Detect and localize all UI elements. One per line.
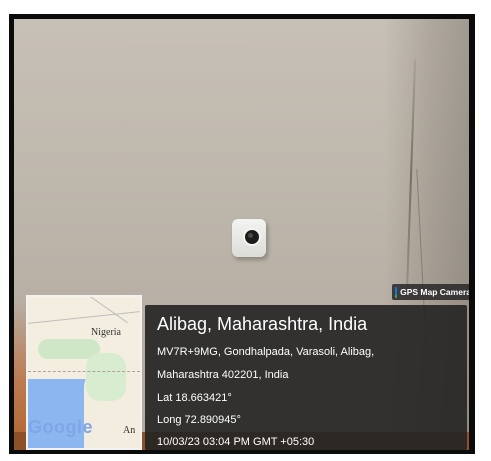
photo-frame: GPS Map Camera Nigeria An Google Alibag,…: [9, 14, 475, 454]
map-route-line: [28, 371, 140, 373]
photo: GPS Map Camera Nigeria An Google Alibag,…: [14, 19, 469, 450]
timestamp: 10/03/23 03:04 PM GMT +05:30: [157, 436, 315, 448]
address-line-2: Maharashtra 402201, India: [157, 369, 289, 381]
location-info-panel: Alibag, Maharashtra, India MV7R+9MG, Gon…: [145, 305, 467, 450]
latitude: Lat 18.663421°: [157, 392, 232, 404]
map-label-nigeria: Nigeria: [91, 327, 121, 338]
map-label-partial: An: [123, 425, 136, 436]
brand-label: GPS Map Camera: [400, 287, 469, 297]
gps-map-camera-app-icon: [395, 286, 398, 298]
address-line-1: MV7R+9MG, Gondhalpada, Varasoli, Alibag,: [157, 346, 375, 358]
google-logo: Google: [28, 417, 93, 437]
map-vegetation-2: [86, 353, 126, 401]
location-title: Alibag, Maharashtra, India: [157, 314, 368, 334]
camera-lens: [243, 228, 261, 246]
map-thumbnail: Nigeria An Google: [26, 295, 142, 450]
longitude: Long 72.890945°: [157, 414, 241, 426]
gps-map-camera-badge: GPS Map Camera: [392, 284, 469, 300]
